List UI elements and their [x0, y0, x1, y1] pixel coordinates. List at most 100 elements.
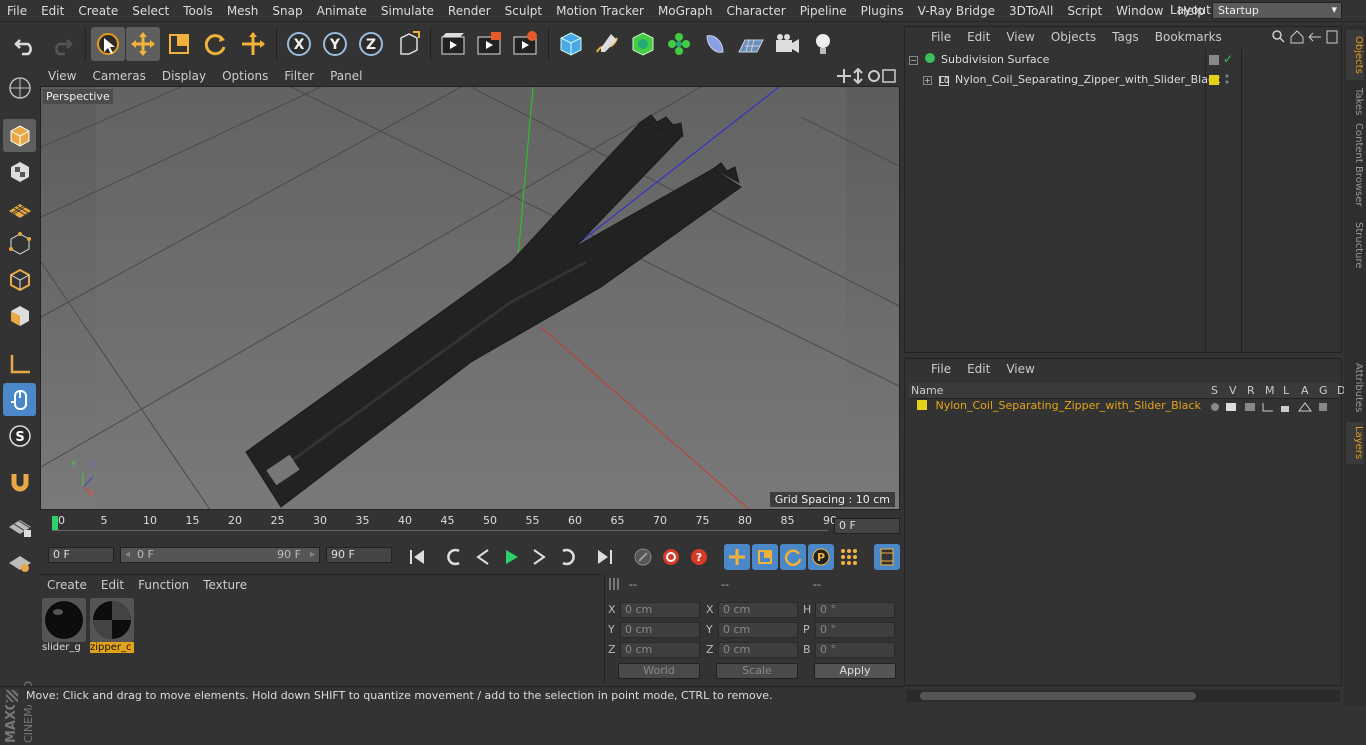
- object-menu-file[interactable]: File: [923, 30, 959, 44]
- y-axis-icon[interactable]: Y: [318, 27, 352, 61]
- viewport-menu-display[interactable]: Display: [154, 69, 214, 83]
- coord-value-field[interactable]: 0 cm: [620, 602, 700, 618]
- previous-key-icon[interactable]: [442, 544, 468, 570]
- tab-layers[interactable]: Layers: [1346, 422, 1364, 464]
- polygons-mode-icon[interactable]: [3, 299, 36, 332]
- deformer-icon[interactable]: [698, 27, 732, 61]
- menu-file[interactable]: File: [0, 4, 34, 18]
- menu-window[interactable]: Window: [1109, 4, 1170, 18]
- subdivision-surface-icon[interactable]: [626, 27, 660, 61]
- coord-value-field[interactable]: 0 °: [815, 622, 895, 638]
- menu-mograph[interactable]: MoGraph: [651, 4, 720, 18]
- go-to-start-icon[interactable]: [404, 544, 430, 570]
- key-rotation-icon[interactable]: [780, 544, 806, 570]
- object-row-subdivision[interactable]: − Subdivision Surface: [909, 53, 1049, 71]
- coord-value-field[interactable]: 0 cm: [718, 602, 798, 618]
- object-menu-bookmarks[interactable]: Bookmarks: [1147, 30, 1230, 44]
- layer-menu-file[interactable]: File: [923, 362, 959, 376]
- layer-menu-edit[interactable]: Edit: [959, 362, 998, 376]
- next-frame-icon[interactable]: [526, 544, 552, 570]
- play-forward-icon[interactable]: [498, 544, 524, 570]
- x-axis-icon[interactable]: X: [282, 27, 316, 61]
- world-dropdown[interactable]: World: [618, 663, 700, 679]
- menu-script[interactable]: Script: [1060, 4, 1109, 18]
- go-to-end-icon[interactable]: [592, 544, 618, 570]
- apply-button[interactable]: Apply: [814, 663, 896, 679]
- workplane-mode-icon[interactable]: [3, 191, 36, 224]
- scale-dropdown[interactable]: Scale: [716, 663, 798, 679]
- menu-3dtoall[interactable]: 3DToAll: [1002, 4, 1060, 18]
- tweak-mode-icon[interactable]: [3, 383, 36, 416]
- light-icon[interactable]: [806, 27, 840, 61]
- viewport-menu-options[interactable]: Options: [214, 69, 276, 83]
- tab-content-browser[interactable]: Content Browser: [1346, 122, 1364, 208]
- coord-value-field[interactable]: 0 °: [815, 642, 895, 658]
- tab-objects[interactable]: Objects: [1346, 30, 1364, 80]
- perspective-viewport[interactable]: Y Z X Perspective Grid Spacing : 10 cm: [40, 86, 900, 510]
- snapping-icon[interactable]: S: [3, 419, 36, 452]
- menu-select[interactable]: Select: [125, 4, 176, 18]
- redo-icon[interactable]: [44, 27, 78, 61]
- material-slider[interactable]: slider_g: [42, 598, 86, 654]
- lock-workplane-icon[interactable]: [3, 509, 36, 542]
- menu-motion-tracker[interactable]: Motion Tracker: [549, 4, 651, 18]
- object-menu-edit[interactable]: Edit: [959, 30, 998, 44]
- make-editable-icon[interactable]: [3, 71, 36, 104]
- object-row-zipper[interactable]: + L0 Nylon_Coil_Separating_Zipper_with_S…: [923, 73, 1220, 91]
- coord-value-field[interactable]: 0 °: [815, 602, 895, 618]
- material-menu-function[interactable]: Function: [131, 578, 196, 592]
- undo-icon[interactable]: [9, 27, 43, 61]
- coord-value-field[interactable]: 0 cm: [718, 642, 798, 658]
- viewport-nav-icons[interactable]: [836, 67, 898, 85]
- menu-v-ray-bridge[interactable]: V-Ray Bridge: [911, 4, 1002, 18]
- menu-create[interactable]: Create: [71, 4, 125, 18]
- layer-scrollbar[interactable]: [906, 690, 1340, 702]
- frame-range-slider[interactable]: ◂ 0 F 90 F ▸: [120, 547, 320, 563]
- key-position-icon[interactable]: [724, 544, 750, 570]
- layer-menu-view[interactable]: View: [998, 362, 1042, 376]
- tab-takes[interactable]: Takes: [1346, 84, 1364, 120]
- menu-animate[interactable]: Animate: [310, 4, 374, 18]
- next-key-icon[interactable]: [554, 544, 580, 570]
- move-tool-icon[interactable]: [126, 27, 160, 61]
- model-mode-icon[interactable]: [3, 119, 36, 152]
- render-view-icon[interactable]: [436, 27, 470, 61]
- record-keys-icon[interactable]: [630, 544, 656, 570]
- key-pla-icon[interactable]: [836, 544, 862, 570]
- layer-color-swatch[interactable]: [1209, 75, 1219, 85]
- viewport-menu-filter[interactable]: Filter: [276, 69, 322, 83]
- start-frame-field[interactable]: 0 F: [48, 547, 114, 563]
- rotate-tool-icon[interactable]: [198, 27, 232, 61]
- tab-structure[interactable]: Structure: [1346, 220, 1364, 270]
- cube-primitive-icon[interactable]: [554, 27, 588, 61]
- viewport-menu-view[interactable]: View: [40, 69, 84, 83]
- layout-dropdown[interactable]: Startup: [1212, 2, 1342, 19]
- material-menu-edit[interactable]: Edit: [94, 578, 131, 592]
- render-picture-viewer-icon[interactable]: [472, 27, 506, 61]
- axis-mode-icon[interactable]: [3, 347, 36, 380]
- menu-character[interactable]: Character: [719, 4, 792, 18]
- expand-icon[interactable]: +: [923, 76, 932, 85]
- object-menu-objects[interactable]: Objects: [1043, 30, 1104, 44]
- material-zipper[interactable]: zipper_c: [90, 598, 134, 654]
- tab-attributes[interactable]: Attributes: [1346, 360, 1364, 416]
- z-axis-icon[interactable]: Z: [354, 27, 388, 61]
- edges-mode-icon[interactable]: [3, 263, 36, 296]
- visibility-dots-icon[interactable]: [1225, 73, 1229, 85]
- menu-sculpt[interactable]: Sculpt: [498, 4, 549, 18]
- points-mode-icon[interactable]: [3, 227, 36, 260]
- transform-tool-icon[interactable]: [236, 27, 270, 61]
- layer-toggle-icons[interactable]: [1211, 401, 1331, 413]
- texture-mode-icon[interactable]: [3, 155, 36, 188]
- viewport-menu-panel[interactable]: Panel: [322, 69, 370, 83]
- scale-tool-icon[interactable]: [162, 27, 196, 61]
- material-menu-create[interactable]: Create: [40, 578, 94, 592]
- coord-value-field[interactable]: 0 cm: [620, 622, 700, 638]
- floor-icon[interactable]: [734, 27, 768, 61]
- live-selection-icon[interactable]: [91, 27, 125, 61]
- previous-frame-icon[interactable]: [470, 544, 496, 570]
- magnet-icon[interactable]: [3, 465, 36, 498]
- collapse-icon[interactable]: −: [909, 56, 918, 65]
- object-menu-tags[interactable]: Tags: [1104, 30, 1147, 44]
- timeline-window-icon[interactable]: [874, 544, 900, 570]
